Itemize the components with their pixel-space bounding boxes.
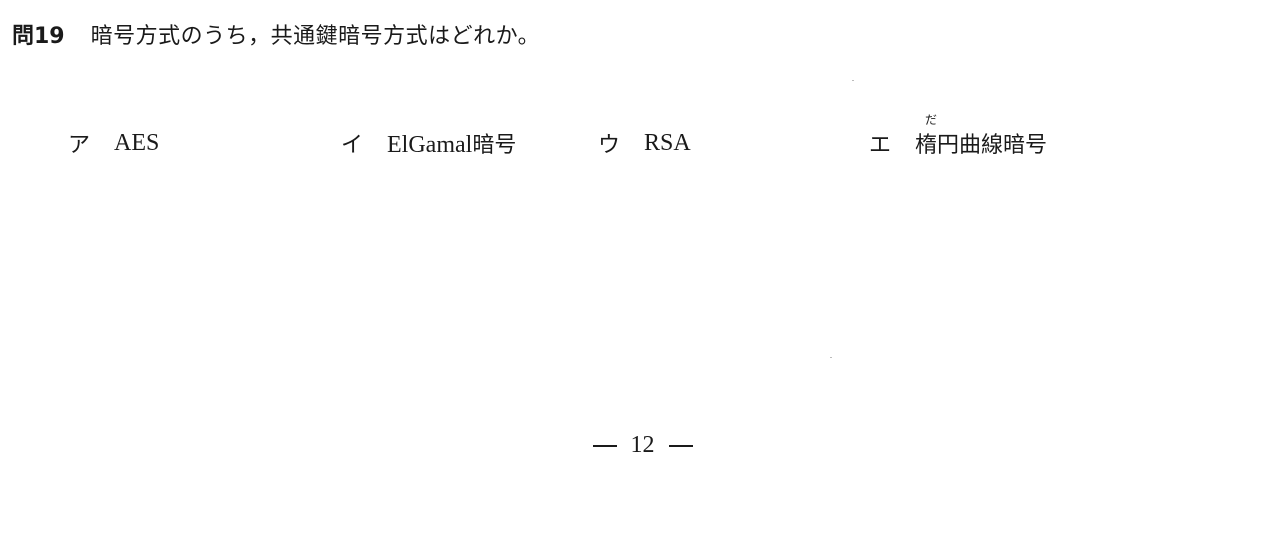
- question-line: 問19 暗号方式のうち，共通鍵暗号方式はどれか。: [12, 18, 540, 50]
- option-text-jp: 暗号: [472, 133, 517, 158]
- option-text-latin: ElGamal: [387, 132, 473, 158]
- option-u: ウ RSA: [598, 126, 691, 160]
- option-mark: ウ: [598, 133, 621, 158]
- question-text: 暗号方式のうち，共通鍵暗号方式はどれか。: [90, 24, 541, 49]
- option-text: RSA: [644, 129, 691, 156]
- ruby-base: 楕: [915, 133, 938, 158]
- ruby-char: だ楕: [915, 113, 938, 159]
- ruby-reading: だ: [925, 113, 938, 127]
- exam-page: 問19 暗号方式のうち，共通鍵暗号方式はどれか。 ア AES イ ElGamal暗…: [0, 0, 1285, 556]
- option-mark: ア: [68, 133, 91, 158]
- dash-right: [668, 445, 693, 448]
- option-e: エ だ楕円曲線暗号: [869, 113, 1048, 160]
- option-text: だ楕円曲線暗号: [915, 113, 1048, 159]
- option-mark: イ: [341, 133, 364, 158]
- page-number: 12: [630, 432, 655, 458]
- scan-speck: [830, 357, 832, 358]
- question-number: 問19: [12, 24, 65, 49]
- option-a: ア AES: [68, 126, 159, 160]
- scan-speck: [852, 80, 854, 81]
- dash-left: [592, 445, 617, 448]
- option-text: AES: [114, 129, 160, 156]
- option-text-rest: 円曲線暗号: [937, 133, 1048, 158]
- option-text: ElGamal暗号: [387, 127, 516, 159]
- option-i: イ ElGamal暗号: [341, 126, 516, 160]
- option-mark: エ: [869, 133, 892, 158]
- page-footer: 12: [0, 432, 1285, 459]
